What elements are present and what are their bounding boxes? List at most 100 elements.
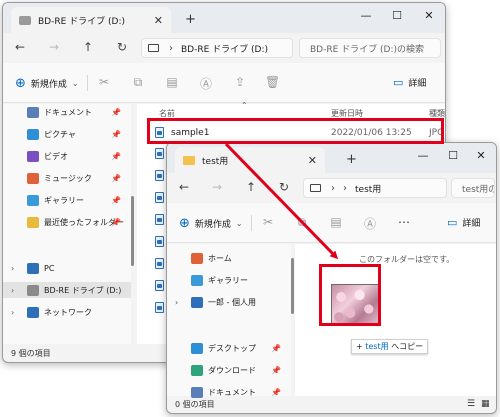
disc-drive-icon (19, 15, 31, 25)
close-tab-icon[interactable]: ✕ (154, 14, 163, 27)
address-bar[interactable]: › › test用 (303, 178, 447, 198)
delete-icon[interactable]: 🗑 (265, 75, 280, 89)
tab-test[interactable]: test用 ✕ (175, 147, 325, 173)
pin-icon[interactable]: 📌 (111, 130, 121, 139)
copy-icon[interactable]: ⧉ (295, 215, 309, 230)
maximize-icon[interactable]: ☐ (389, 9, 405, 22)
divider (87, 75, 88, 91)
share-icon[interactable]: ⇪ (233, 75, 247, 89)
sort-chevron-icon: ⌃ (241, 101, 248, 110)
search-input[interactable]: test用の検索 (451, 178, 495, 198)
up-icon[interactable]: ↑ (81, 40, 95, 54)
back-icon[interactable]: ← (13, 40, 27, 54)
image-file-icon[interactable] (155, 148, 164, 159)
rename-icon[interactable]: Ⓐ (363, 215, 377, 232)
cut-icon[interactable]: ✂ (97, 75, 111, 89)
sidebar-item-label: ネットワーク (44, 307, 92, 317)
image-file-icon[interactable] (155, 214, 164, 225)
sidebar-item[interactable]: ギャラリー (167, 272, 291, 288)
sidebar-item[interactable]: ドキュメント 📌 (3, 104, 131, 120)
expand-chevron-icon[interactable]: › (11, 308, 14, 317)
scrollbar[interactable] (291, 258, 294, 314)
address-path: BD-RE ドライブ (D:) (181, 44, 268, 55)
paste-icon[interactable]: ▤ (165, 75, 179, 89)
address-path: test用 (355, 184, 382, 195)
new-button[interactable]: ⊕ 新規作成 ⌄ (179, 216, 243, 231)
pin-icon[interactable]: 📌 (111, 152, 121, 161)
refresh-icon[interactable]: ↻ (115, 40, 129, 54)
close-window-icon[interactable]: ✕ (473, 149, 489, 162)
more-options-icon[interactable]: ⋯ (397, 215, 411, 229)
forward-icon[interactable]: → (210, 180, 224, 194)
navigation-bar: ← → ↑ ↻ › BD-RE ドライブ (D:) BD-RE ドライブ (D:… (3, 33, 445, 63)
expand-chevron-icon[interactable]: › (175, 298, 178, 307)
item-count: 9 個の項目 (11, 349, 51, 358)
monitor-icon (310, 184, 321, 192)
image-file-icon[interactable] (155, 280, 164, 291)
tab-drive[interactable]: BD-RE ドライブ (D:) ✕ (11, 7, 171, 33)
sidebar-item[interactable]: 最近使ったフォルダー 📌 (3, 214, 131, 230)
sidebar-item[interactable]: › 一郎 - 個人用 (167, 294, 291, 310)
rename-icon[interactable]: Ⓐ (199, 75, 213, 92)
new-tab-icon[interactable]: + (185, 12, 196, 27)
pin-icon[interactable]: 📌 (271, 366, 281, 375)
sidebar-item-label: ギャラリー (208, 275, 248, 285)
maximize-icon[interactable]: ☐ (445, 149, 461, 162)
sidebar-item[interactable]: ミュージック 📌 (3, 170, 131, 186)
item-count: 0 個の項目 (175, 400, 215, 409)
paste-icon[interactable]: ▤ (329, 215, 343, 229)
sidebar-item-label: デスクトップ (208, 343, 256, 353)
sidebar-item[interactable]: ダウンロード 📌 (167, 362, 291, 378)
new-button-label: 新規作成 (194, 220, 231, 230)
close-window-icon[interactable]: ✕ (421, 9, 437, 22)
sidebar-item-label: ミュージック (44, 173, 92, 183)
new-button-label: 新規作成 (30, 80, 67, 90)
sidebar-item[interactable]: デスクトップ 📌 (167, 340, 291, 356)
pictures-icon (27, 128, 39, 140)
back-icon[interactable]: ← (177, 180, 191, 194)
pin-icon[interactable]: 📌 (111, 196, 121, 205)
image-file-icon[interactable] (155, 170, 164, 181)
pin-icon[interactable]: 📌 (271, 344, 281, 353)
expand-chevron-icon[interactable]: › (11, 286, 14, 295)
sidebar-item-label: ホーム (208, 253, 232, 263)
command-bar: ⊕ 新規作成 ⌄ ✂ ⧉ ▤ Ⓐ ⋯ ▭ 詳細 (167, 203, 496, 243)
sidebar-item[interactable]: ピクチャ 📌 (3, 126, 131, 142)
search-input[interactable]: BD-RE ドライブ (D:)の検索 (299, 38, 441, 58)
refresh-icon[interactable]: ↻ (277, 180, 291, 194)
details-button[interactable]: ▭ 詳細 (447, 216, 480, 229)
up-icon[interactable]: ↑ (244, 180, 258, 194)
sidebar-item[interactable]: › BD-RE ドライブ (D:) (3, 282, 131, 298)
details-view-icon[interactable]: ☰ (467, 399, 475, 409)
address-bar[interactable]: › BD-RE ドライブ (D:) (141, 38, 293, 58)
expand-chevron-icon[interactable]: › (11, 264, 14, 273)
highlight-drop-target (319, 264, 381, 326)
sidebar-item[interactable]: ギャラリー 📌 (3, 192, 131, 208)
plus-icon: ⊕ (179, 216, 190, 231)
details-label: 詳細 (462, 219, 481, 229)
image-file-icon[interactable] (155, 192, 164, 203)
copy-icon[interactable]: ⧉ (131, 75, 145, 90)
close-tab-icon[interactable]: ✕ (308, 154, 317, 167)
image-file-icon[interactable] (155, 236, 164, 247)
sidebar-item[interactable]: › ネットワーク (3, 304, 131, 320)
image-file-icon[interactable] (155, 302, 164, 313)
new-button[interactable]: ⊕ 新規作成 ⌄ (15, 76, 79, 91)
pin-icon[interactable]: 📌 (111, 174, 121, 183)
pin-icon[interactable]: 📌 (111, 108, 121, 117)
sidebar-item-label: ピクチャ (44, 129, 76, 139)
sidebar-item[interactable]: › PC (3, 260, 131, 276)
scrollbar[interactable] (131, 196, 134, 266)
details-button[interactable]: ▭ 詳細 (393, 76, 426, 89)
pin-icon[interactable]: 📌 (111, 218, 121, 227)
forward-icon[interactable]: → (47, 40, 61, 54)
cut-icon[interactable]: ✂ (261, 215, 275, 229)
thumbnail-view-icon[interactable]: ▦ (481, 399, 490, 409)
new-tab-icon[interactable]: + (346, 152, 357, 167)
minimize-icon[interactable]: — (358, 9, 374, 22)
image-file-icon[interactable] (155, 258, 164, 269)
minimize-icon[interactable]: — (415, 149, 431, 162)
sidebar-item[interactable]: ビデオ 📌 (3, 148, 131, 164)
sidebar-item[interactable]: ホーム (167, 250, 291, 266)
desktop-icon (191, 342, 203, 354)
